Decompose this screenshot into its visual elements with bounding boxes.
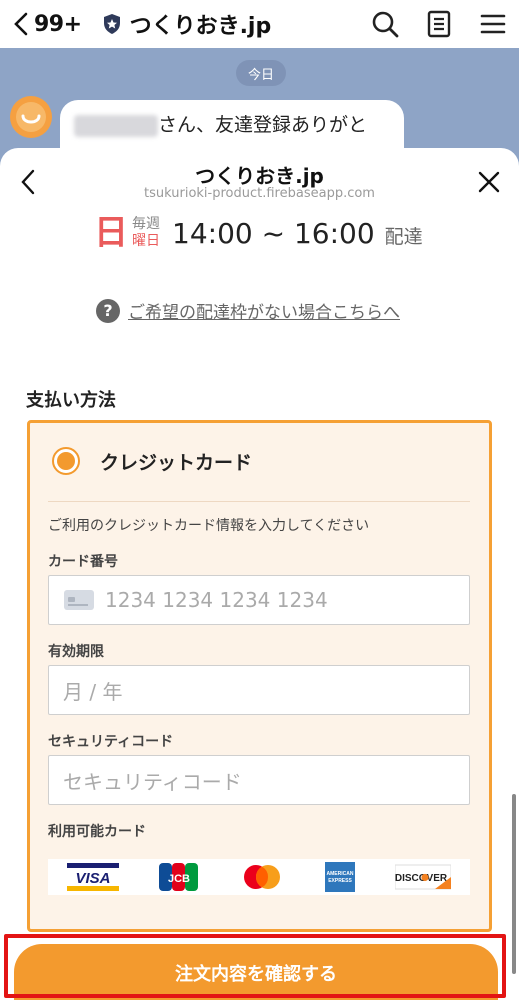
- message-text: さん、友達登録ありがと: [158, 114, 368, 136]
- delivery-slot: 日 毎週 曜日 14:00 ~ 16:00 配達: [94, 216, 423, 250]
- visa-text: VISA: [76, 870, 111, 887]
- radio-selected[interactable]: [52, 447, 80, 475]
- jcb-logo: JCB: [158, 861, 200, 893]
- card-number-label: カード番号: [48, 554, 118, 570]
- discover-logo: DISCOVER: [394, 861, 451, 893]
- line-header: 99+ つくりおき.jp: [0, 0, 519, 48]
- discover-text: DISCOVER: [395, 873, 448, 884]
- back-button[interactable]: 99+: [12, 12, 82, 37]
- notes-icon[interactable]: [423, 8, 455, 40]
- close-icon[interactable]: [477, 170, 501, 194]
- logo-icon: [16, 102, 46, 132]
- delivery-day: 日: [94, 213, 128, 253]
- help-link-text[interactable]: ご希望の配達枠がない場合こちらへ: [128, 298, 400, 323]
- cvc-label: セキュリティコード: [48, 734, 174, 750]
- card-number-input[interactable]: 1234 1234 1234 1234: [48, 575, 470, 625]
- date-pill: 今日: [236, 60, 286, 86]
- scrollbar[interactable]: [512, 794, 516, 974]
- weekly-label: 毎週: [132, 216, 160, 232]
- card-number-placeholder: 1234 1234 1234 1234: [105, 588, 328, 612]
- cvc-placeholder: セキュリティコード: [63, 769, 242, 794]
- sheet-url: tsukurioki-product.firebaseapp.com: [144, 186, 375, 201]
- visa-logo: VISA: [67, 861, 120, 893]
- search-icon[interactable]: [369, 8, 401, 40]
- card-brands: VISA JCB AMERICAN EXPRESS DISCOVER: [48, 859, 470, 895]
- help-link[interactable]: ? ご希望の配達枠がない場合こちらへ: [96, 298, 400, 323]
- brands-label: 利用可能カード: [48, 824, 146, 840]
- svg-text:AMERICAN: AMERICAN: [327, 871, 354, 877]
- credit-card-option[interactable]: クレジットカード: [52, 447, 252, 475]
- shield-icon: [103, 14, 120, 34]
- redacted-name: [74, 114, 158, 137]
- cvc-input[interactable]: セキュリティコード: [48, 755, 470, 805]
- confirm-order-button[interactable]: 注文内容を確認する: [14, 944, 498, 1000]
- bottom-sheet: つくりおき.jp tsukurioki-product.firebaseapp.…: [0, 148, 519, 1000]
- jcb-text: JCB: [168, 873, 190, 885]
- payment-box: クレジットカード ご利用のクレジットカード情報を入力してください カード番号 1…: [27, 420, 492, 932]
- expiry-label: 有効期限: [48, 644, 104, 660]
- delivery-label: 配達: [384, 225, 423, 248]
- divider: [48, 501, 470, 502]
- menu-icon[interactable]: [477, 8, 509, 40]
- payment-method-label: クレジットカード: [100, 451, 253, 474]
- sheet-title: つくりおき.jp: [195, 164, 324, 188]
- payment-heading: 支払い方法: [26, 390, 116, 411]
- chat-title: つくりおき.jp: [129, 14, 272, 39]
- delivery-time: 14:00 ~ 16:00: [172, 216, 375, 250]
- chevron-left-icon: [14, 12, 28, 36]
- svg-text:EXPRESS: EXPRESS: [329, 878, 353, 884]
- amex-logo: AMERICAN EXPRESS: [324, 861, 356, 893]
- weekday-label: 曜日: [132, 233, 160, 249]
- credit-card-icon: [64, 590, 94, 610]
- avatar[interactable]: [10, 96, 52, 138]
- mastercard-logo: [238, 861, 286, 893]
- payment-description: ご利用のクレジットカード情報を入力してください: [48, 518, 370, 534]
- expiry-input[interactable]: 月 / 年: [48, 665, 470, 715]
- question-icon: ?: [96, 298, 120, 323]
- unread-count: 99+: [34, 11, 82, 37]
- expiry-placeholder: 月 / 年: [63, 679, 123, 704]
